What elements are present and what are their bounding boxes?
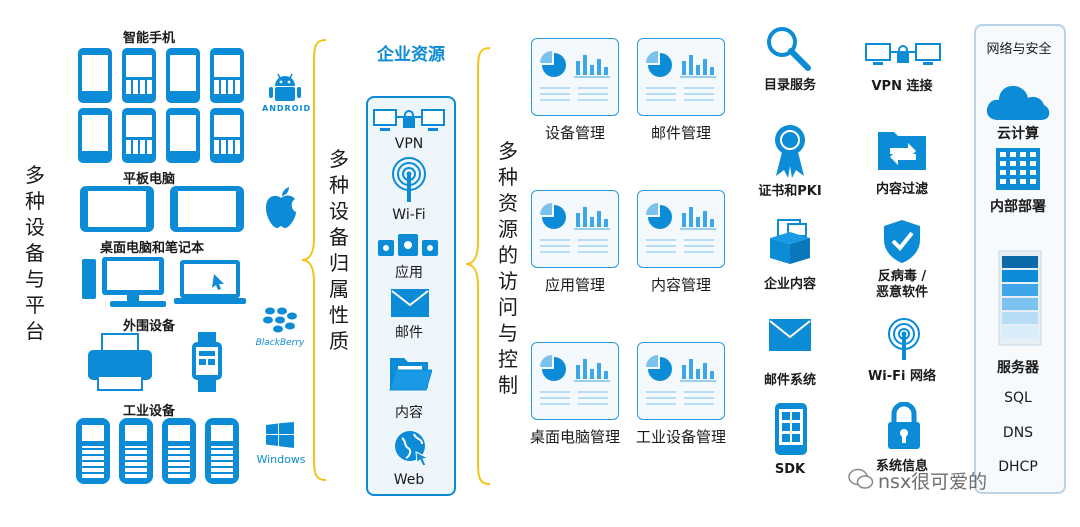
on-premise-label: 内部部署: [990, 199, 1046, 215]
desktops-label: 桌面电脑和笔记本: [99, 241, 204, 256]
smartphone-device: [166, 108, 200, 163]
windows-icon: [266, 422, 294, 448]
industrial-handheld-device: [76, 418, 110, 484]
sdk-phone-icon: [774, 402, 808, 456]
on-premise-building-icon: [994, 146, 1042, 190]
enterprise-vpn-label: VPN: [394, 136, 424, 152]
dns-label: DNS: [1002, 425, 1034, 441]
laptop-icon: [172, 258, 248, 306]
management-card-dashboard-icon: [637, 38, 725, 116]
system-info-lock-icon: [886, 402, 922, 450]
content-filter-icon: [876, 124, 930, 174]
smartphone-device: [78, 48, 112, 103]
tablets-label: 平板电脑: [122, 172, 175, 187]
smartwatch-icon: [190, 332, 224, 392]
management-card-label: 内容管理: [650, 276, 711, 294]
wifi-network-icon: [884, 318, 924, 362]
smartphone-device: [210, 108, 244, 163]
smartphone-device: [210, 48, 244, 103]
mail-system-icon: [768, 318, 812, 352]
ownership-title: 多种设备归属性质: [329, 147, 349, 353]
smartphone-device: [78, 108, 112, 163]
enterprise-title: 企业资源: [377, 45, 445, 65]
management-card-label: 邮件管理: [650, 124, 711, 142]
server-rack-icon: [998, 250, 1042, 346]
content-filter-label: 内容过滤: [875, 182, 928, 197]
server-label: 服务器: [997, 360, 1039, 376]
industrial-devices-group: [76, 418, 246, 486]
enterprise-wifi-label: Wi-Fi: [392, 207, 426, 223]
smartphones-label: 智能手机: [122, 31, 175, 46]
certificate-pki-label: 证书和PKI: [758, 184, 822, 199]
folder-icon: [388, 352, 432, 392]
directory-search-icon: [764, 24, 812, 72]
industrial-label: 工业设备: [122, 404, 175, 419]
antivirus-shield-icon: [882, 218, 922, 264]
management-card-dashboard-icon: [531, 342, 619, 420]
vpn-connection-label: VPN 连接: [871, 79, 933, 94]
industrial-handheld-device: [119, 418, 153, 484]
management-card-label: 工业设备管理: [635, 428, 726, 446]
management-card-dashboard-icon: [531, 38, 619, 116]
sql-label: SQL: [1004, 390, 1032, 406]
smartphone-device: [122, 108, 156, 163]
enterprise-apps-label: 应用: [395, 265, 423, 281]
apps-icon: [378, 232, 440, 260]
vpn-connection-icon: [864, 40, 942, 70]
directory-service-label: 目录服务: [763, 78, 816, 93]
management-card-dashboard-icon: [531, 190, 619, 268]
management-card-dashboard-icon: [637, 190, 725, 268]
brace-left: [300, 38, 330, 482]
management-card-label: 设备管理: [544, 124, 605, 142]
access-control-title: 多种资源的访问与控制: [498, 139, 518, 397]
industrial-handheld-device: [162, 418, 196, 484]
wechat-logo-icon: [848, 468, 874, 490]
smartphone-device: [122, 48, 156, 103]
watermark-text: nsx很可爱的: [878, 471, 988, 493]
printer-icon: [84, 332, 156, 392]
enterprise-content-label: 企业内容: [763, 277, 816, 292]
enterprise-mail-label: 邮件: [395, 325, 423, 341]
enterprise-web-label: Web: [393, 472, 425, 488]
wifi-network-label: Wi-Fi 网络: [867, 369, 937, 384]
management-card-dashboard-icon: [637, 342, 725, 420]
mail-system-label: 邮件系统: [763, 373, 816, 388]
dhcp-label: DHCP: [998, 459, 1038, 475]
cloud-icon: [984, 78, 1050, 122]
industrial-handheld-device: [205, 418, 239, 484]
enterprise-content-label: 内容: [395, 405, 423, 421]
enterprise-content-box-icon: [766, 218, 814, 266]
android-icon: [268, 72, 302, 102]
wifi-icon: [386, 156, 432, 204]
network-security-title: 网络与安全: [986, 42, 1052, 57]
tablet-device: [170, 186, 244, 232]
cloud-computing-label: 云计算: [997, 126, 1039, 142]
blackberry-icon: [262, 306, 298, 334]
management-card-label: 桌面电脑管理: [529, 428, 620, 446]
web-globe-icon: [392, 428, 432, 468]
mail-icon: [390, 288, 430, 318]
sdk-label: SDK: [774, 462, 806, 477]
smartphone-device: [166, 48, 200, 103]
tablet-device: [80, 186, 154, 232]
antivirus-label: 反病毒 / 恶意软件: [875, 269, 928, 300]
certificate-ribbon-icon: [772, 124, 808, 178]
desktop-computer-icon: [80, 255, 170, 309]
management-card-label: 应用管理: [544, 276, 605, 294]
brace-middle: [464, 46, 494, 486]
smartphones-group: [78, 48, 248, 166]
apple-icon: [262, 186, 300, 230]
vpn-icon: [372, 106, 446, 134]
devices-platforms-title: 多种设备与平台: [25, 163, 45, 343]
